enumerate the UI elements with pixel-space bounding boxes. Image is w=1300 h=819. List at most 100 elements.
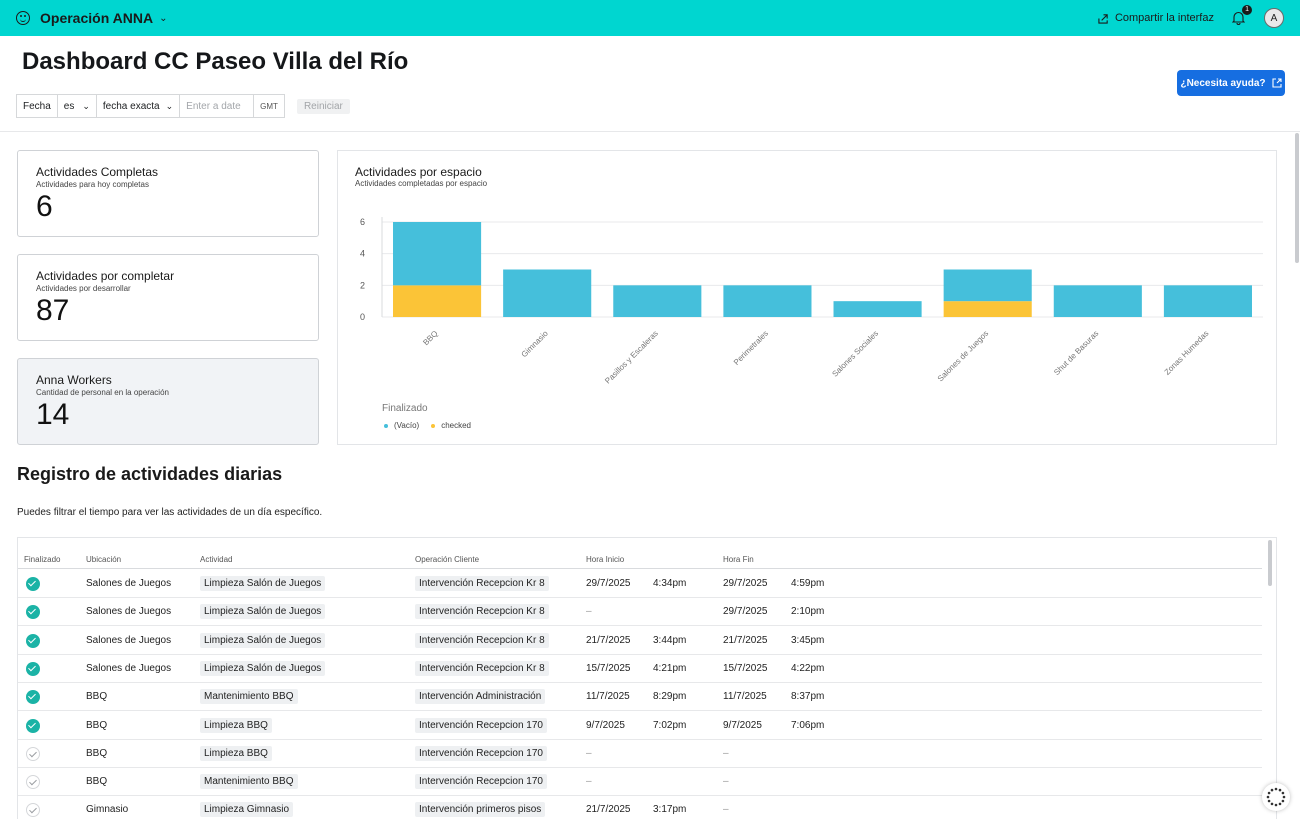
table-row[interactable]: BBQ Mantenimiento BBQ Intervención Adminis… [18,683,1262,712]
table-scrollbar[interactable] [1268,540,1272,586]
operation-chip: Intervención Recepcion Kr 8 [415,604,549,620]
legend-dot [384,423,388,428]
operation-chip: Intervención Recepcion 170 [415,774,547,790]
location-cell: Salones de Juegos [86,578,172,589]
end-time-cell: 2:10pm [791,606,825,618]
bar-vacio [1053,285,1142,317]
kpi-title: Actividades por completar [36,269,175,283]
legend-item-vacio[interactable]: (Vacío) [384,421,419,430]
table-row[interactable]: BBQ Mantenimiento BBQ Intervención Recepci… [18,768,1262,797]
x-tick-label: Salones Sociales [830,329,880,379]
table-row[interactable]: Gimnasio Limpieza Gimnasio Intervención pr… [18,796,1262,819]
y-tick-label: 4 [360,249,365,259]
check-icon[interactable] [26,746,40,761]
reset-button[interactable]: Reiniciar [296,98,350,114]
check-circle-icon[interactable] [26,661,40,676]
table-row[interactable]: BBQ Limpieza BBQ Intervención Recepcion 17… [18,740,1262,768]
section-title: Registro de actividades diarias [17,464,283,484]
table-header: Finalizado Ubicación Actividad Operación… [18,538,1262,569]
filter-operator-select[interactable]: es ⌄ [56,94,97,118]
check-circle-icon[interactable] [26,605,40,620]
activity-chip: Limpieza Salón de Juegos [200,576,326,591]
app-name[interactable]: Operación ANNA [40,10,153,26]
operation-chip: Intervención Administración [415,689,546,705]
kpi-card-pending: Actividades por completar Actividades po… [17,254,319,341]
start-time-cell: 3:44pm [653,634,687,646]
end-date-cell: 15/7/2025 [723,662,768,674]
spinner-icon [1266,787,1286,807]
activity-chip: Limpieza Salón de Juegos [200,660,326,676]
x-tick-label: Perimetrales [732,329,770,367]
y-tick-label: 2 [360,280,365,290]
start-date-cell: – [586,776,592,788]
legend-item-checked[interactable]: checked [431,421,471,430]
bar-chart: 0 2 4 6 BBQ Gimnasio Pasillos y Escaleras Perim… [360,217,1263,386]
end-date-cell: 29/7/2025 [723,578,768,589]
col-header-operacion[interactable]: Operación Cliente [415,555,479,564]
check-circle-icon[interactable] [26,718,40,733]
spinner-dot [1266,795,1270,799]
col-header-hora-fin[interactable]: Hora Fin [723,555,754,564]
start-date-cell: 11/7/2025 [586,691,630,703]
share-icon [1098,13,1108,24]
check-circle-icon[interactable] [26,633,40,648]
check-circle-icon[interactable] [26,690,40,705]
check-circle-icon[interactable] [26,577,40,591]
col-header-hora-inicio[interactable]: Hora Inicio [586,555,624,564]
date-filter-bar: Fecha es ⌄ fecha exacta ⌄ Enter a date G… [16,94,350,118]
bar-vacio [503,269,592,317]
kpi-card-workers: Anna Workers Cantidad de personal en la … [17,358,319,445]
bar-vacio [1163,285,1252,317]
table-row[interactable]: BBQ Limpieza BBQ Intervención Recepcion 17… [18,712,1262,740]
x-tick-label: Salones de Juegos [936,329,990,383]
help-label: ¿Necesita ayuda? [1180,77,1266,89]
bar-vacio [723,285,812,317]
end-date-cell: – [723,776,729,788]
location-cell: BBQ [86,691,108,703]
top-bar: Operación ANNA ⌄ Compartir la interfaz 1… [0,0,1300,36]
spinner-dot [1278,802,1282,806]
table-row[interactable]: Salones de Juegos Limpieza Salón de Juego… [18,627,1262,655]
legend-label: (Vacío) [394,421,420,430]
help-button[interactable]: ¿Necesita ayuda? [1177,70,1285,96]
chevron-down-icon: ⌄ [165,100,174,111]
col-header-actividad[interactable]: Actividad [200,555,232,564]
chart-card: Actividades por espacio Actividades comp… [337,150,1277,445]
loading-spinner [1262,783,1290,811]
section-description: Puedes filtrar el tiempo para ver las ac… [17,507,323,518]
chart-legend: (Vacío) checked [384,421,471,430]
bar-vacio [613,285,702,317]
col-header-finalizado[interactable]: Finalizado [24,555,60,564]
table-row[interactable]: Salones de Juegos Limpieza Salón de Juego… [18,570,1262,598]
spinner-dot [1278,788,1282,792]
kpi-title: Actividades Completas [36,165,159,179]
check-icon[interactable] [26,775,40,790]
table-row[interactable]: Salones de Juegos Limpieza Salón de Juego… [18,655,1262,683]
notification-badge: 1 [1242,5,1252,15]
activity-chip: Mantenimiento BBQ [200,689,298,705]
filter-mode-value: fecha exacta [102,100,160,112]
col-header-ubicacion[interactable]: Ubicación [86,555,121,564]
date-input[interactable]: Enter a date [179,94,255,118]
avatar[interactable]: A [1264,8,1284,28]
x-tick-label: BBQ [421,329,439,347]
filter-operator-value: es [63,100,75,112]
activities-table: Finalizado Ubicación Actividad Operación… [17,537,1277,819]
page-scrollbar[interactable] [1295,133,1299,263]
legend-label: checked [441,421,471,430]
start-time-cell: 7:02pm [653,719,687,731]
check-icon[interactable] [26,803,40,818]
activity-chip: Limpieza BBQ [200,717,272,733]
share-button[interactable]: Compartir la interfaz [1098,12,1214,24]
filter-mode-select[interactable]: fecha exacta ⌄ [95,94,181,118]
table-row[interactable]: Salones de Juegos Limpieza Salón de Juego… [18,598,1262,627]
smiley-icon [16,11,30,25]
notifications-button[interactable]: 1 [1231,5,1252,25]
location-cell: Salones de Juegos [86,662,172,674]
start-date-cell: 21/7/2025 [586,634,631,646]
y-tick-label: 6 [360,217,365,227]
chevron-down-icon[interactable]: ⌄ [159,13,167,24]
location-cell: Salones de Juegos [86,606,172,618]
end-time-cell: 8:37pm [791,691,825,703]
timezone-label: GMT [253,94,285,118]
